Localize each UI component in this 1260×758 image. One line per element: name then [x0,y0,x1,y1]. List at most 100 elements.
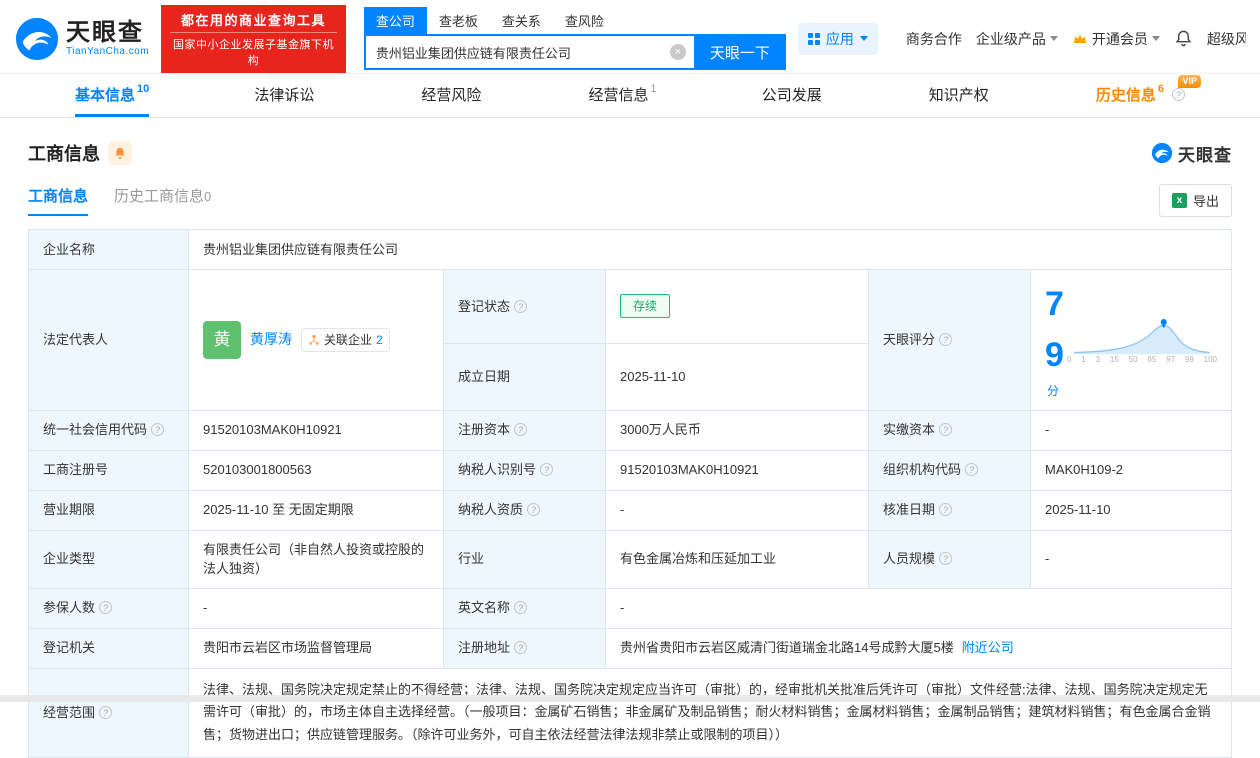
notification-bell-icon[interactable] [1174,29,1193,48]
english-name-value: - [605,587,1232,629]
top-navigation: 应用 商务合作 企业级产品 开通会员 超级风... [797,22,1246,55]
reg-status-cell: 存续 [605,269,869,344]
org-code-label: 组织机构代码? [868,449,1031,491]
tab-legal-proceedings[interactable]: 法律诉讼 [254,74,316,117]
related-companies-tag[interactable]: 关联企业 2 [301,327,390,352]
chevron-down-icon [859,36,868,41]
subtab-history-business-info[interactable]: 历史工商信息0 [114,185,211,216]
english-name-label: 英文名称? [443,587,606,629]
help-icon[interactable]: ? [514,423,528,437]
search-tab-relation[interactable]: 查关系 [490,7,553,34]
table-row: 统一社会信用代码? 91520103MAK0H10921 注册资本? 3000万… [28,409,1232,451]
nav-super-risk[interactable]: 超级风... [1207,29,1246,49]
tab-operational-risk[interactable]: 经营风险 [421,74,483,117]
legal-rep-avatar[interactable]: 黄 [203,320,241,359]
tianyancha-logo-icon [15,17,59,60]
reg-no-label: 工商注册号 [28,449,189,491]
org-code-value: MAK0H109-2 [1030,449,1232,491]
chevron-down-icon [1049,36,1058,41]
nav-open-membership[interactable]: 开通会员 [1072,29,1160,49]
help-icon[interactable]: ? [151,423,165,437]
chevron-down-icon [1151,36,1160,41]
legal-rep-link[interactable]: 黄厚涛 [250,329,292,350]
company-tabs: 基本信息 10 法律诉讼 经营风险 经营信息 1 公司发展 知识产权 历史信息 6 ?… [0,74,1260,118]
crown-icon [1072,31,1088,47]
insured-label: 参保人数? [28,587,189,629]
taxpayer-qual-value: - [605,489,869,531]
staff-size-value: - [1030,529,1232,589]
table-row: 登记机关 贵阳市云岩区市场监督管理局 注册地址? 贵州省贵阳市云岩区威清门街道瑞… [28,627,1232,669]
clear-icon[interactable]: × [669,44,686,60]
top-header: 天眼查 TianYanCha.com 都在用的商业查询工具 国家中小企业发展子基… [0,0,1260,74]
tab-count: 1 [650,83,657,95]
search-tab-company[interactable]: 查公司 [363,7,427,34]
monitor-bell-icon[interactable] [108,141,132,165]
help-icon[interactable]: ? [99,705,113,719]
table-row: 企业名称 贵州铝业集团供应链有限责任公司 [28,229,1232,270]
taxpayer-no-label: 纳税人识别号? [443,449,606,491]
company-type-value: 有限责任公司（非自然人投资或控股的法人独资） [188,529,444,589]
apps-grid-icon [807,32,820,45]
search-tab-risk[interactable]: 查风险 [553,7,616,34]
industry-value: 有色金属冶炼和压延加工业 [605,529,869,589]
tab-history-info[interactable]: 历史信息 6 ? VIP [1096,74,1201,117]
tianyancha-logo[interactable]: 天眼查 TianYanCha.com [14,16,149,62]
help-icon[interactable]: ? [540,463,554,477]
tab-basic-info[interactable]: 基本信息 10 [75,74,150,117]
authority-label: 登记机关 [28,627,189,669]
legal-rep-cell: 黄 黄厚涛 关联企业 2 [188,269,444,411]
approval-date-label: 核准日期? [868,489,1031,531]
industry-label: 行业 [443,529,606,589]
taxpayer-qual-label: 纳税人资质? [443,489,606,531]
score-label: 天眼评分? [868,269,1031,411]
search-row: × 天眼一下 [363,34,786,70]
help-icon[interactable]: ? [514,299,528,313]
search-button[interactable]: 天眼一下 [693,34,786,70]
help-icon[interactable]: ? [99,601,113,615]
establish-date-label: 成立日期 [443,342,606,411]
section-title: 工商信息 [28,144,100,164]
search-area: 查公司 查老板 查关系 查风险 × 天眼一下 [363,7,786,70]
logo-text: 天眼查 TianYanCha.com [66,19,150,58]
score-cell: 79分 0 1 3 15 50 65 97 99 100 [1030,269,1232,411]
approval-date-value: 2025-11-10 [1030,489,1232,531]
help-icon[interactable]: ? [939,552,953,566]
slogan-line2: 国家中小企业发展子基金旗下机构 [173,38,335,67]
help-icon[interactable]: ? [514,601,528,615]
table-row: 参保人数? - 英文名称? - [28,587,1232,629]
company-name-value: 贵州铝业集团供应链有限责任公司 [188,229,1232,270]
search-input[interactable] [363,34,694,70]
help-icon[interactable]: ? [939,333,953,346]
help-icon[interactable]: ? [1171,87,1185,101]
nav-enterprise-products[interactable]: 企业级产品 [976,29,1058,49]
reg-capital-label: 注册资本? [443,409,606,451]
slogan-badge: 都在用的商业查询工具 国家中小企业发展子基金旗下机构 [161,4,346,73]
nav-business-cooperation[interactable]: 商务合作 [906,29,962,49]
apps-menu[interactable]: 应用 [797,22,878,55]
brand-stamp-label: 天眼查 [1178,145,1232,165]
tab-business-info[interactable]: 经营信息 1 [588,74,656,117]
scope-value: 法律、法规、国务院决定规定禁止的不得经营；法律、法规、国务院决定规定应当许可（审… [188,667,1232,758]
nearby-companies-link[interactable]: 附近公司 [962,640,1014,655]
table-row: 企业类型 有限责任公司（非自然人投资或控股的法人独资） 行业 有色金属冶炼和压延… [28,529,1232,589]
subtab-business-info[interactable]: 工商信息 [28,185,89,216]
help-icon[interactable]: ? [939,423,953,437]
search-tab-boss[interactable]: 查老板 [427,7,490,34]
help-icon[interactable]: ? [527,503,541,517]
establish-date-value: 2025-11-10 [605,342,869,411]
search-tabs: 查公司 查老板 查关系 查风险 [363,7,786,34]
export-button[interactable]: x 导出 [1158,184,1232,217]
tab-intellectual-property[interactable]: 知识产权 [929,74,991,117]
search-box: × [363,34,694,70]
taxpayer-no-value: 91520103MAK0H10921 [605,449,869,491]
reg-capital-value: 3000万人民币 [605,409,869,451]
table-row: 营业期限 2025-11-10 至 无固定期限 纳税人资质? - 核准日期? 2… [28,489,1232,531]
tab-count: 6 [1157,83,1164,95]
section-head: 工商信息 天眼查 [28,140,1232,166]
tab-count: 10 [137,83,150,95]
logo-subtitle: TianYanCha.com [66,46,150,58]
help-icon[interactable]: ? [514,641,528,655]
help-icon[interactable]: ? [965,463,979,477]
help-icon[interactable]: ? [939,503,953,517]
tab-company-development[interactable]: 公司发展 [762,74,824,117]
